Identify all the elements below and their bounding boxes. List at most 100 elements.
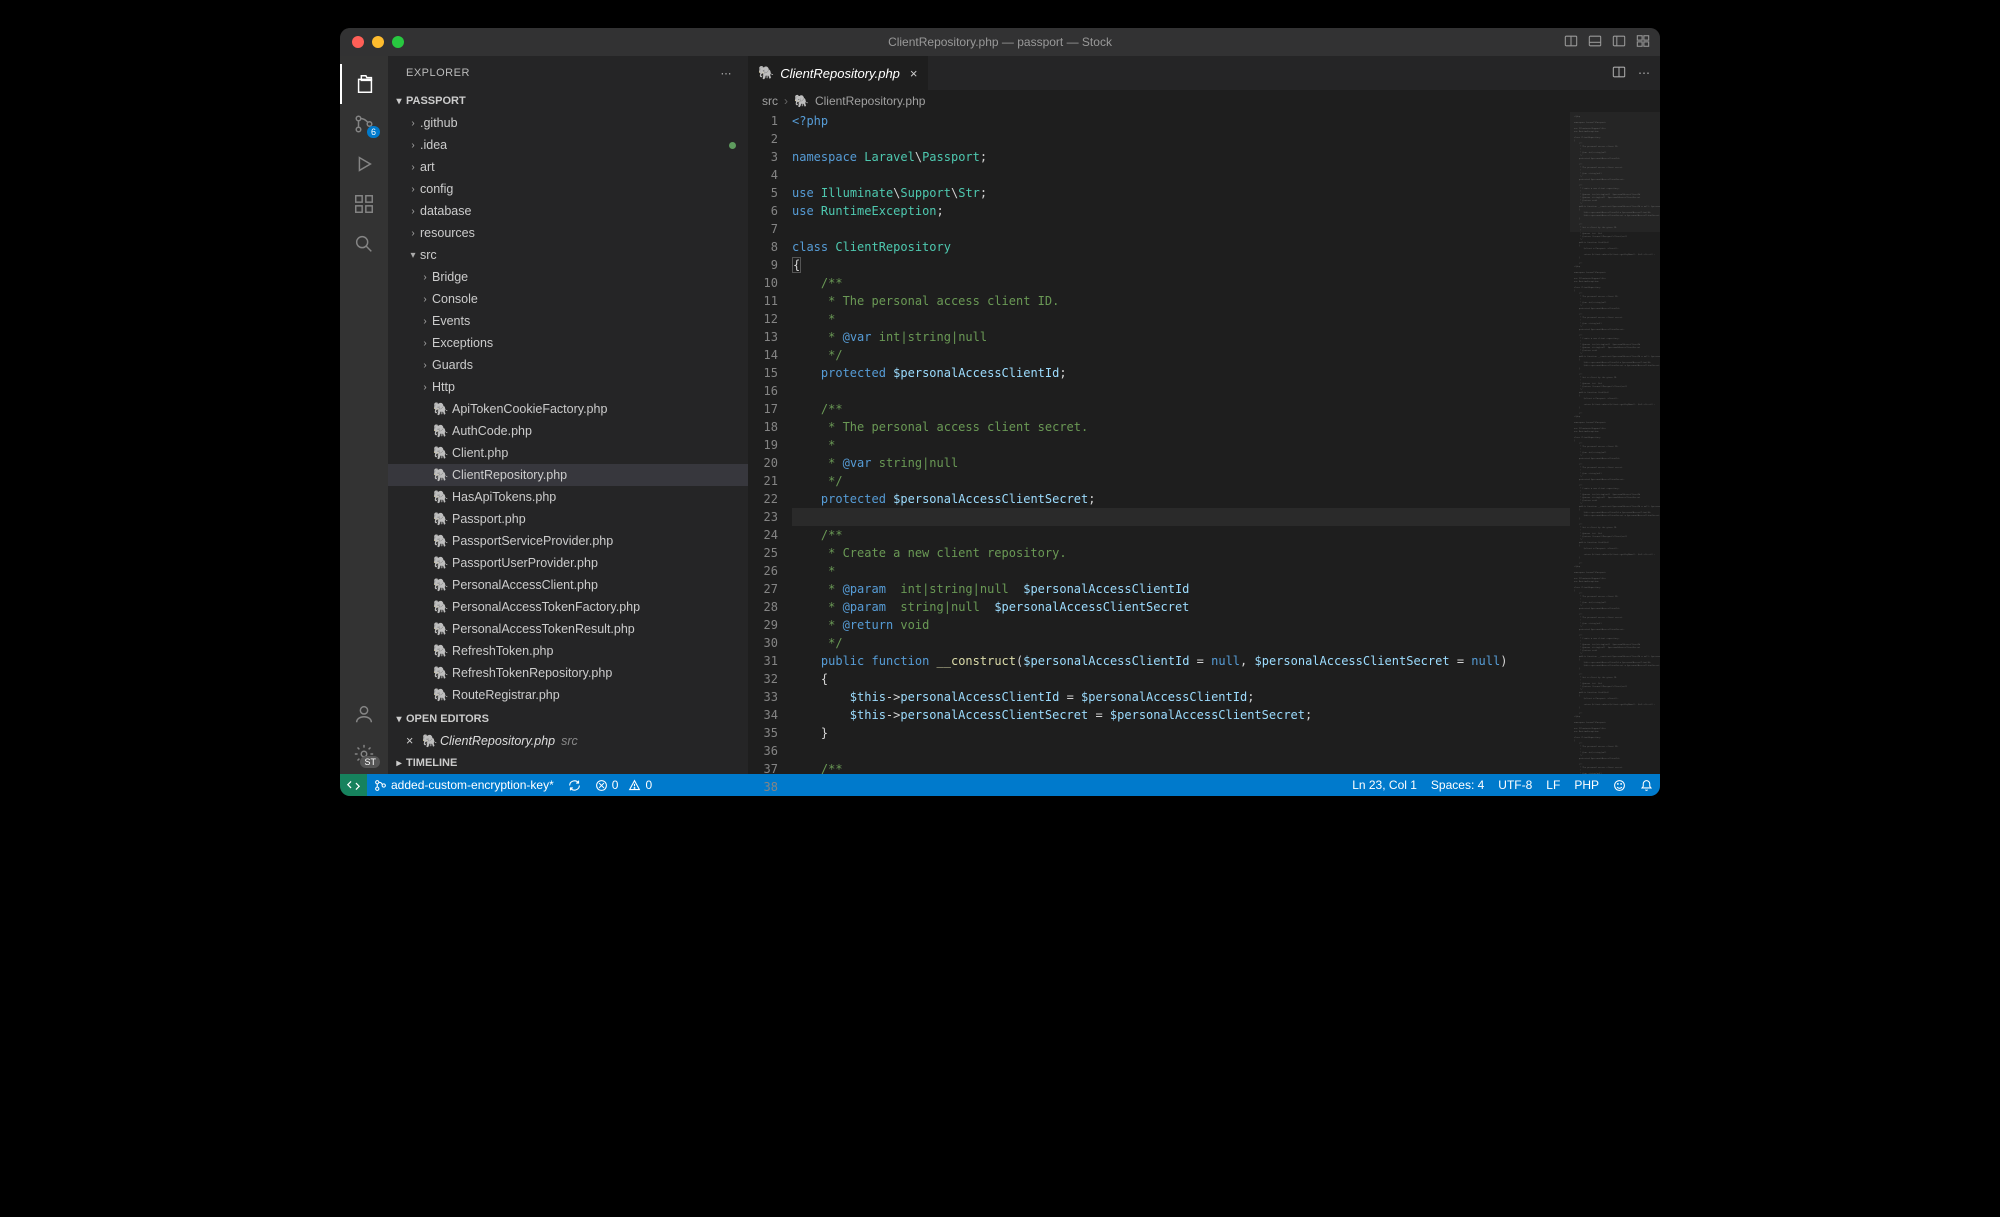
- close-tab-icon[interactable]: ×: [910, 66, 918, 81]
- close-window-button[interactable]: [352, 36, 364, 48]
- sidebar-more-icon[interactable]: ⋯: [721, 67, 733, 80]
- eol[interactable]: LF: [1539, 778, 1567, 792]
- problems-indicator[interactable]: 0 0: [588, 774, 659, 796]
- zoom-window-button[interactable]: [392, 36, 404, 48]
- notifications-icon[interactable]: [1633, 779, 1660, 792]
- folder-item[interactable]: ›Guards: [388, 354, 748, 376]
- folder-item[interactable]: ›config: [388, 178, 748, 200]
- scm-badge: 6: [367, 126, 380, 138]
- folder-item[interactable]: ›art: [388, 156, 748, 178]
- open-editors-header[interactable]: ▾OPEN EDITORS: [388, 708, 748, 730]
- folder-item[interactable]: ›.idea: [388, 134, 748, 156]
- file-item[interactable]: 🐘HasApiTokens.php: [388, 486, 748, 508]
- php-icon: 🐘: [432, 402, 450, 417]
- settings-activity[interactable]: ST: [340, 734, 388, 774]
- project-section-header[interactable]: ▾PASSPORT: [388, 90, 748, 112]
- folder-item[interactable]: ›resources: [388, 222, 748, 244]
- php-icon: 🐘: [432, 578, 450, 593]
- run-debug-activity[interactable]: [340, 144, 388, 184]
- app-window: ClientRepository.php — passport — Stock …: [340, 28, 1660, 796]
- php-icon: 🐘: [432, 556, 450, 571]
- scm-activity[interactable]: 6: [340, 104, 388, 144]
- close-editor-icon[interactable]: ×: [406, 734, 422, 748]
- activity-bar: 6 ST: [340, 56, 388, 774]
- folder-item[interactable]: ›Console: [388, 288, 748, 310]
- minimize-window-button[interactable]: [372, 36, 384, 48]
- remote-indicator[interactable]: [340, 774, 367, 796]
- toggle-sidebar-icon[interactable]: [1612, 34, 1626, 51]
- code-content[interactable]: <?php namespace Laravel\Passport; use Il…: [792, 112, 1570, 774]
- editor-more-icon[interactable]: ⋯: [1638, 66, 1650, 80]
- file-item[interactable]: 🐘PassportServiceProvider.php: [388, 530, 748, 552]
- indentation[interactable]: Spaces: 4: [1424, 778, 1491, 792]
- layout-grid-icon[interactable]: [1636, 34, 1650, 51]
- file-item[interactable]: 🐘AuthCode.php: [388, 420, 748, 442]
- sync-indicator[interactable]: [561, 774, 588, 796]
- file-item[interactable]: 🐘ApiTokenCookieFactory.php: [388, 398, 748, 420]
- sidebar: EXPLORER ⋯ ▾PASSPORT ›.github›.idea›art›…: [388, 56, 748, 774]
- explorer-activity[interactable]: [340, 64, 388, 104]
- file-item[interactable]: 🐘RefreshTokenRepository.php: [388, 662, 748, 684]
- file-item[interactable]: 🐘RefreshToken.php: [388, 640, 748, 662]
- folder-item[interactable]: ›Exceptions: [388, 332, 748, 354]
- tab-clientrepository[interactable]: 🐘 ClientRepository.php ×: [748, 56, 929, 90]
- php-icon: 🐘: [432, 512, 450, 527]
- window-title: ClientRepository.php — passport — Stock: [340, 35, 1660, 49]
- encoding[interactable]: UTF-8: [1491, 778, 1539, 792]
- window-controls: [340, 36, 404, 48]
- sidebar-title: EXPLORER: [406, 67, 470, 79]
- file-item[interactable]: 🐘ClientRepository.php: [388, 464, 748, 486]
- feedback-icon[interactable]: [1606, 779, 1633, 792]
- folder-item[interactable]: ›database: [388, 200, 748, 222]
- file-item[interactable]: 🐘Passport.php: [388, 508, 748, 530]
- split-editor-icon[interactable]: [1612, 65, 1626, 82]
- sidebar-header: EXPLORER ⋯: [388, 56, 748, 90]
- file-item[interactable]: 🐘PassportUserProvider.php: [388, 552, 748, 574]
- php-icon: 🐘: [432, 534, 450, 549]
- branch-indicator[interactable]: added-custom-encryption-key*: [367, 774, 561, 796]
- search-activity[interactable]: [340, 224, 388, 264]
- php-file-icon: 🐘: [794, 94, 809, 108]
- php-icon: 🐘: [432, 622, 450, 637]
- php-file-icon: 🐘: [422, 734, 440, 749]
- line-gutter: 1234567891011121314151617181920212223242…: [748, 112, 792, 774]
- file-tree: ›.github›.idea›art›config›database›resou…: [388, 112, 748, 708]
- file-item[interactable]: 🐘RouteRegistrar.php: [388, 684, 748, 706]
- php-icon: 🐘: [432, 446, 450, 461]
- accounts-activity[interactable]: [340, 694, 388, 734]
- php-icon: 🐘: [432, 688, 450, 703]
- file-item[interactable]: 🐘PersonalAccessTokenFactory.php: [388, 596, 748, 618]
- file-item[interactable]: 🐘PersonalAccessTokenResult.php: [388, 618, 748, 640]
- extensions-activity[interactable]: [340, 184, 388, 224]
- folder-item[interactable]: ›.github: [388, 112, 748, 134]
- code-editor[interactable]: 1234567891011121314151617181920212223242…: [748, 112, 1660, 774]
- title-actions: [1564, 34, 1650, 51]
- file-item[interactable]: 🐘Scope.php: [388, 706, 748, 708]
- tab-bar: 🐘 ClientRepository.php × ⋯: [748, 56, 1660, 90]
- status-bar: added-custom-encryption-key* 0 0 Ln 23, …: [340, 774, 1660, 796]
- breadcrumb[interactable]: src › 🐘 ClientRepository.php: [748, 90, 1660, 112]
- settings-badge: ST: [360, 756, 380, 768]
- php-icon: 🐘: [432, 600, 450, 615]
- cursor-position[interactable]: Ln 23, Col 1: [1345, 778, 1424, 792]
- php-file-icon: 🐘: [758, 65, 774, 81]
- folder-item[interactable]: ›Bridge: [388, 266, 748, 288]
- titlebar: ClientRepository.php — passport — Stock: [340, 28, 1660, 56]
- file-item[interactable]: 🐘PersonalAccessClient.php: [388, 574, 748, 596]
- folder-item[interactable]: ›Http: [388, 376, 748, 398]
- language-mode[interactable]: PHP: [1567, 778, 1606, 792]
- folder-item[interactable]: ›Events: [388, 310, 748, 332]
- php-icon: 🐘: [432, 490, 450, 505]
- editor-area: 🐘 ClientRepository.php × ⋯ src › 🐘 Clien…: [748, 56, 1660, 774]
- php-icon: 🐘: [432, 424, 450, 439]
- timeline-header[interactable]: ▸TIMELINE: [388, 752, 748, 774]
- minimap[interactable]: <?php namespace Laravel\Passport; use Il…: [1570, 112, 1660, 774]
- file-item[interactable]: 🐘Client.php: [388, 442, 748, 464]
- php-icon: 🐘: [432, 468, 450, 483]
- toggle-panel-icon[interactable]: [1564, 34, 1578, 51]
- php-icon: 🐘: [432, 644, 450, 659]
- toggle-bottom-icon[interactable]: [1588, 34, 1602, 51]
- php-icon: 🐘: [432, 666, 450, 681]
- open-editor-item[interactable]: × 🐘 ClientRepository.php src: [388, 730, 748, 752]
- folder-item[interactable]: ▾src: [388, 244, 748, 266]
